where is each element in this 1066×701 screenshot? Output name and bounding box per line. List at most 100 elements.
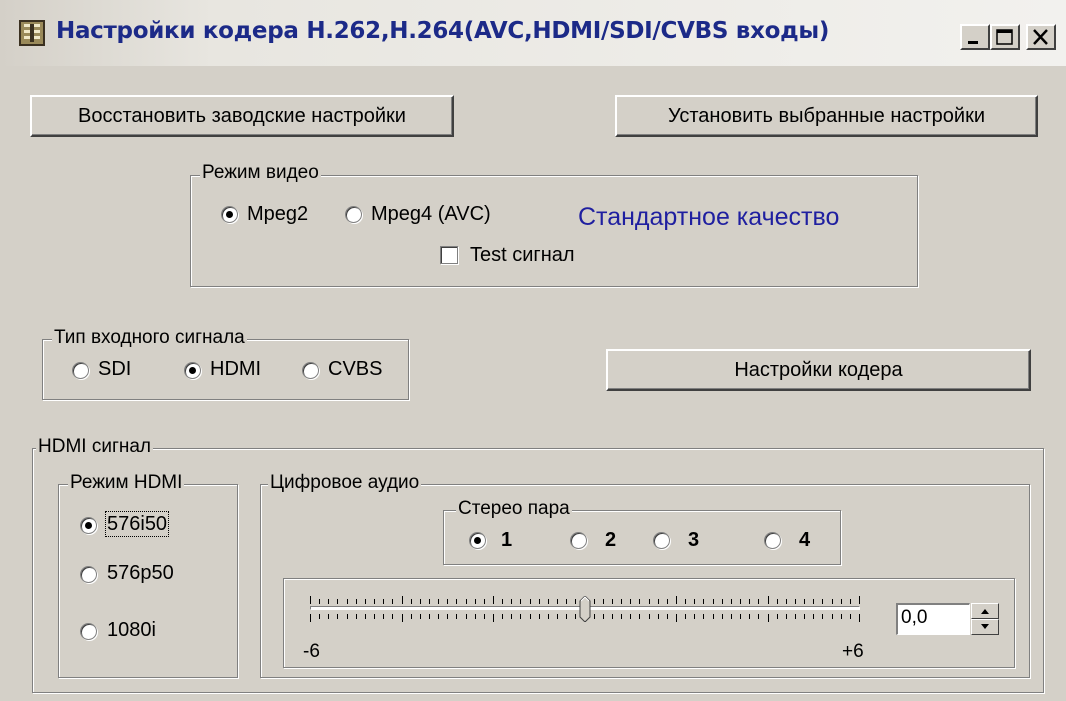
minimize-icon <box>968 41 978 44</box>
slider-tick <box>466 599 467 604</box>
slider-tick <box>310 596 311 604</box>
radio-576p50[interactable] <box>80 566 97 583</box>
slider-tick <box>703 599 704 604</box>
radio-cvbs[interactable] <box>302 362 319 379</box>
input-type-legend: Тип входного сигнала <box>52 327 247 348</box>
radio-576i50[interactable] <box>80 517 97 534</box>
slider-tick <box>722 599 723 604</box>
slider-tick <box>832 599 833 604</box>
slider-tick <box>557 614 558 619</box>
slider-tick <box>347 599 348 604</box>
radio-pair-2[interactable] <box>570 532 587 549</box>
radio-mpeg2-label[interactable]: Mpeg2 <box>247 203 308 225</box>
encoder-settings-button[interactable]: Настройки кодера <box>606 349 1031 391</box>
test-signal-checkbox[interactable] <box>440 246 458 264</box>
slider-tick <box>493 596 494 604</box>
radio-576i50-label[interactable]: 576i50 <box>104 511 170 537</box>
slider-tick <box>813 614 814 619</box>
slider-tick <box>438 614 439 619</box>
slider-tick <box>502 599 503 604</box>
slider-tick <box>722 614 723 619</box>
slider-tick <box>795 599 796 604</box>
minimize-button[interactable] <box>960 24 990 50</box>
spin-up-button[interactable] <box>971 603 999 619</box>
slider-tick <box>456 599 457 604</box>
apply-settings-button[interactable]: Установить выбранные настройки <box>615 95 1038 137</box>
close-button[interactable] <box>1026 24 1056 50</box>
slider-tick <box>658 614 659 619</box>
slider-tick <box>822 614 823 619</box>
slider-tick <box>392 614 393 619</box>
slider-tick <box>822 599 823 604</box>
slider-tick <box>731 614 732 619</box>
radio-cvbs-label[interactable]: CVBS <box>328 358 382 380</box>
slider-tick <box>630 614 631 619</box>
spin-up-icon <box>981 609 989 614</box>
slider-tick <box>539 599 540 604</box>
slider-tick <box>411 599 412 604</box>
radio-mpeg2[interactable] <box>221 206 238 223</box>
slider-tick <box>402 614 403 622</box>
slider-tick <box>548 614 549 619</box>
radio-1080i[interactable] <box>80 623 97 640</box>
radio-mpeg4[interactable] <box>345 206 362 223</box>
slider-tick <box>429 614 430 619</box>
slider-tick <box>703 614 704 619</box>
spin-down-button[interactable] <box>971 619 999 635</box>
slider-tick <box>530 599 531 604</box>
restore-defaults-button[interactable]: Восстановить заводские настройки <box>30 95 454 137</box>
slider-tick <box>356 599 357 604</box>
test-signal-label[interactable]: Test сигнал <box>470 244 575 266</box>
slider-tick <box>328 614 329 619</box>
slider-tick <box>557 599 558 604</box>
radio-pair-2-label[interactable]: 2 <box>605 529 616 551</box>
radio-pair-4[interactable] <box>764 532 781 549</box>
slider-tick <box>804 614 805 619</box>
radio-1080i-label[interactable]: 1080i <box>107 619 156 641</box>
slider-tick <box>594 614 595 619</box>
radio-mpeg4-label[interactable]: Mpeg4 (AVC) <box>371 203 491 225</box>
radio-pair-4-label[interactable]: 4 <box>799 529 810 551</box>
radio-hdmi[interactable] <box>184 362 201 379</box>
slider-tick <box>511 599 512 604</box>
slider-tick <box>566 599 567 604</box>
radio-sdi[interactable] <box>72 362 89 379</box>
radio-pair-3[interactable] <box>653 532 670 549</box>
slider-tick <box>639 599 640 604</box>
close-icon <box>1033 29 1048 45</box>
radio-pair-3-label[interactable]: 3 <box>688 529 699 551</box>
slider-tick <box>676 614 677 622</box>
radio-pair-1-label[interactable]: 1 <box>501 529 512 551</box>
radio-hdmi-label[interactable]: HDMI <box>210 358 261 380</box>
spin-down-icon <box>981 624 989 629</box>
slider-tick <box>337 614 338 619</box>
radio-576p50-label[interactable]: 576p50 <box>107 562 174 584</box>
slider-tick <box>475 614 476 619</box>
slider-tick <box>566 614 567 619</box>
slider-tick <box>420 599 421 604</box>
slider-tick <box>438 599 439 604</box>
slider-tick <box>420 614 421 619</box>
slider-tick <box>795 614 796 619</box>
app-icon[interactable] <box>18 19 46 47</box>
maximize-icon <box>996 29 1013 45</box>
slider-tick <box>392 599 393 604</box>
slider-tick <box>685 614 686 619</box>
slider-tick <box>685 599 686 604</box>
slider-tick <box>841 599 842 604</box>
slider-tick <box>374 599 375 604</box>
radio-pair-1[interactable] <box>469 532 486 549</box>
slider-thumb[interactable] <box>579 595 591 623</box>
slider-tick <box>575 614 576 619</box>
window-title: Настройки кодера H.262,H.264(AVC,HDMI/SD… <box>56 18 830 44</box>
slider-tick <box>502 614 503 619</box>
slider-tick <box>402 596 403 604</box>
radio-sdi-label[interactable]: SDI <box>98 358 131 380</box>
slider-tick <box>520 614 521 619</box>
maximize-button[interactable] <box>990 24 1020 50</box>
slider-tick <box>337 599 338 604</box>
slider-tick <box>850 614 851 619</box>
gain-value-input[interactable]: 0,0 <box>896 603 970 635</box>
hdmi-mode-legend: Режим HDMI <box>68 472 185 493</box>
hdmi-signal-legend: HDMI сигнал <box>36 436 154 457</box>
